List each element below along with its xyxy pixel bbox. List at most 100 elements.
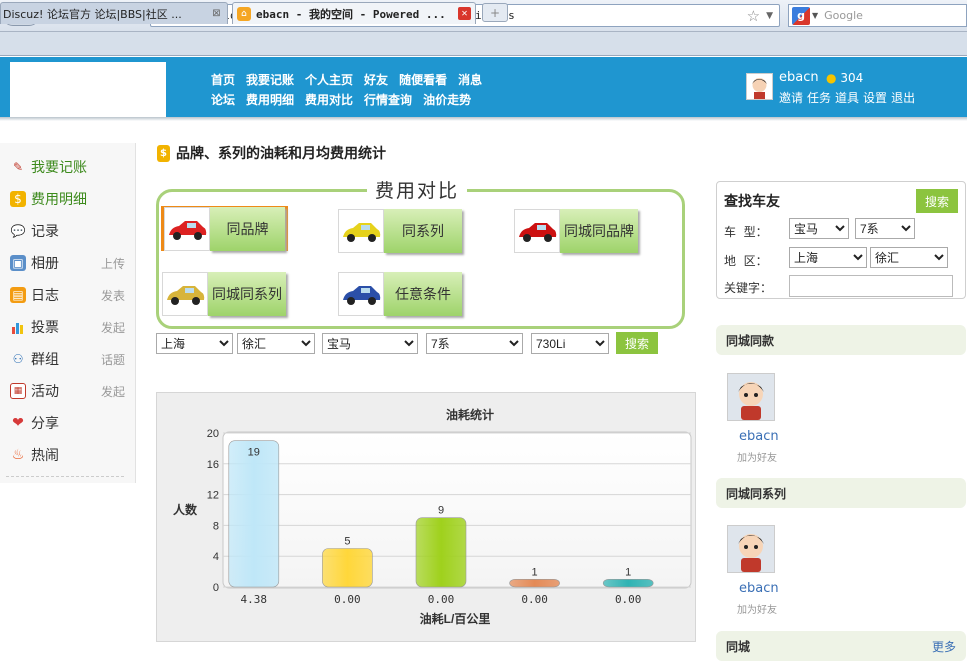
user-avatar[interactable]	[746, 73, 773, 100]
find-search-button[interactable]: 搜索	[916, 189, 958, 213]
yellow-car-icon	[338, 208, 384, 253]
site-logo[interactable]	[10, 62, 166, 118]
sidebar-item-label: 费用明细	[31, 192, 87, 208]
compare-button-label: 同城同系列	[208, 271, 286, 316]
sidebar-item-hot[interactable]: ♨ 热闹	[10, 445, 125, 465]
coin-icon: ●	[826, 71, 837, 85]
same-city-model-header: 同城同款	[716, 325, 966, 355]
sidebar-action-topic[interactable]: 话题	[101, 351, 125, 368]
sidebar-item-blog[interactable]: ▤ 日志 发表	[10, 285, 125, 305]
settings-link[interactable]: 设置	[863, 89, 887, 106]
bar-1[interactable]	[322, 548, 373, 588]
bookmark-star-icon[interactable]: ☆	[747, 7, 760, 25]
nav-home[interactable]: 首页	[211, 71, 235, 88]
car-series-select[interactable]: 7系	[855, 218, 915, 239]
sidebar-item-poll[interactable]: 投票 发起	[10, 317, 125, 337]
filter-search-button[interactable]: 搜索	[616, 332, 658, 354]
friend-name[interactable]: ebacn	[739, 581, 779, 596]
browser-search-box[interactable]: g ▼ Google	[788, 4, 967, 27]
compare-button-label: 同品牌	[210, 206, 285, 251]
red-car-icon	[514, 208, 560, 253]
sidebar-item-label: 分享	[31, 416, 59, 432]
compare-same-brand-button[interactable]: 同品牌	[161, 206, 288, 251]
tab-ebacn[interactable]: ⌂ ebacn - 我的空间 - Powered ... ✕	[232, 2, 476, 24]
sidebar-item-notes[interactable]: 💬 记录	[10, 221, 125, 241]
add-friend-link[interactable]: 加为好友	[737, 449, 777, 464]
add-friend-link[interactable]: 加为好友	[737, 601, 777, 616]
nav-record[interactable]: 我要记账	[246, 71, 294, 88]
logout-link[interactable]: 退出	[891, 89, 915, 106]
tab-discuz[interactable]: Discuz! 论坛官方 论坛|BBS|社区 ... ⊠	[0, 2, 228, 24]
compare-same-city-series-button[interactable]: 同城同系列	[162, 271, 286, 316]
chevron-down-icon[interactable]: ▼	[812, 11, 818, 20]
compare-same-city-brand-button[interactable]: 同城同品牌	[514, 208, 638, 253]
tasks-link[interactable]: 任务	[807, 89, 831, 106]
sidebar-item-record[interactable]: ✎ 我要记账	[10, 157, 125, 177]
nav-browse[interactable]: 随便看看	[399, 71, 447, 88]
flame-icon: ♨	[11, 447, 25, 463]
main-nav-row1: 首页 我要记账 个人主页 好友 随便看看 消息	[211, 71, 482, 88]
x-axis-label: 油耗L/百公里	[420, 611, 491, 626]
heart-icon: ❤	[12, 415, 24, 431]
new-tab-button[interactable]: +	[482, 3, 508, 22]
sidebar-item-expense[interactable]: $ 费用明细	[10, 189, 125, 209]
friend-name[interactable]: ebacn	[739, 429, 779, 444]
sidebar-item-label: 群组	[31, 352, 59, 368]
bar-0[interactable]	[228, 440, 280, 588]
model-select[interactable]: 730Li	[531, 333, 609, 354]
city-select[interactable]: 上海	[156, 333, 233, 354]
nav-messages[interactable]: 消息	[458, 71, 482, 88]
nav-expense-compare[interactable]: 费用对比	[305, 91, 353, 108]
user-nav: 邀请 任务 道具 设置 退出	[779, 89, 915, 106]
search-placeholder: Google	[824, 9, 863, 22]
google-icon[interactable]: g	[792, 6, 810, 25]
sidebar-item-group[interactable]: ⚇ 群组 话题	[10, 349, 125, 369]
find-panel-title: 查找车友	[724, 194, 780, 210]
compare-any-condition-button[interactable]: 任意条件	[338, 271, 462, 316]
sidebar-divider	[6, 476, 124, 477]
invite-link[interactable]: 邀请	[779, 89, 803, 106]
main-nav-row2: 论坛 费用明细 费用对比 行情查询 油价走势	[211, 91, 471, 108]
car-brand-select[interactable]: 宝马	[789, 218, 849, 239]
bar-2[interactable]	[415, 517, 467, 588]
props-link[interactable]: 道具	[835, 89, 859, 106]
nav-friends[interactable]: 好友	[364, 71, 388, 88]
compare-button-label: 同城同品牌	[560, 208, 638, 253]
sidebar-action-post[interactable]: 发表	[101, 287, 125, 304]
nav-expense-detail[interactable]: 费用明细	[246, 91, 294, 108]
brand-select[interactable]: 宝马	[322, 333, 418, 354]
money-icon: $	[157, 144, 170, 162]
page-title: $ 品牌、系列的油耗和月均费用统计	[157, 143, 386, 163]
friend-avatar[interactable]	[727, 373, 775, 421]
series-select[interactable]: 7系	[426, 333, 523, 354]
sidebar-item-label: 相册	[31, 256, 59, 272]
sidebar-action-upload[interactable]: 上传	[101, 255, 125, 272]
compare-button-label: 任意条件	[384, 271, 462, 316]
sidebar-action-start-event[interactable]: 发起	[101, 383, 125, 400]
area-city-select[interactable]: 上海	[789, 247, 867, 268]
district-select[interactable]: 徐汇	[237, 333, 315, 354]
sidebar-item-label: 日志	[31, 288, 59, 304]
sidebar-item-share[interactable]: ❤ 分享	[10, 413, 125, 433]
chevron-down-icon[interactable]: ▼	[766, 11, 773, 21]
close-icon[interactable]: ⊠	[210, 7, 223, 20]
nav-market[interactable]: 行情查询	[364, 91, 412, 108]
sidebar-item-event[interactable]: ▦ 活动 发起	[10, 381, 125, 401]
close-icon[interactable]: ✕	[458, 7, 471, 20]
username[interactable]: ebacn	[779, 70, 819, 85]
area-district-select[interactable]: 徐汇	[870, 247, 948, 268]
bar-4[interactable]	[602, 579, 654, 588]
bar-value-label: 19	[248, 447, 260, 459]
bar-3[interactable]	[509, 579, 560, 588]
compare-same-series-button[interactable]: 同系列	[338, 208, 462, 253]
keyword-input[interactable]	[789, 275, 953, 297]
keyword-label: 关键字：	[724, 281, 773, 295]
nav-forum[interactable]: 论坛	[211, 91, 235, 108]
sidebar-action-start-poll[interactable]: 发起	[101, 319, 125, 336]
sidebar-item-album[interactable]: ▣ 相册 上传	[10, 253, 125, 273]
y-tick-label: 12	[207, 490, 219, 502]
nav-oil-price[interactable]: 油价走势	[423, 91, 471, 108]
friend-avatar[interactable]	[727, 525, 775, 573]
more-link[interactable]: 更多	[932, 638, 956, 655]
nav-profile[interactable]: 个人主页	[305, 71, 353, 88]
